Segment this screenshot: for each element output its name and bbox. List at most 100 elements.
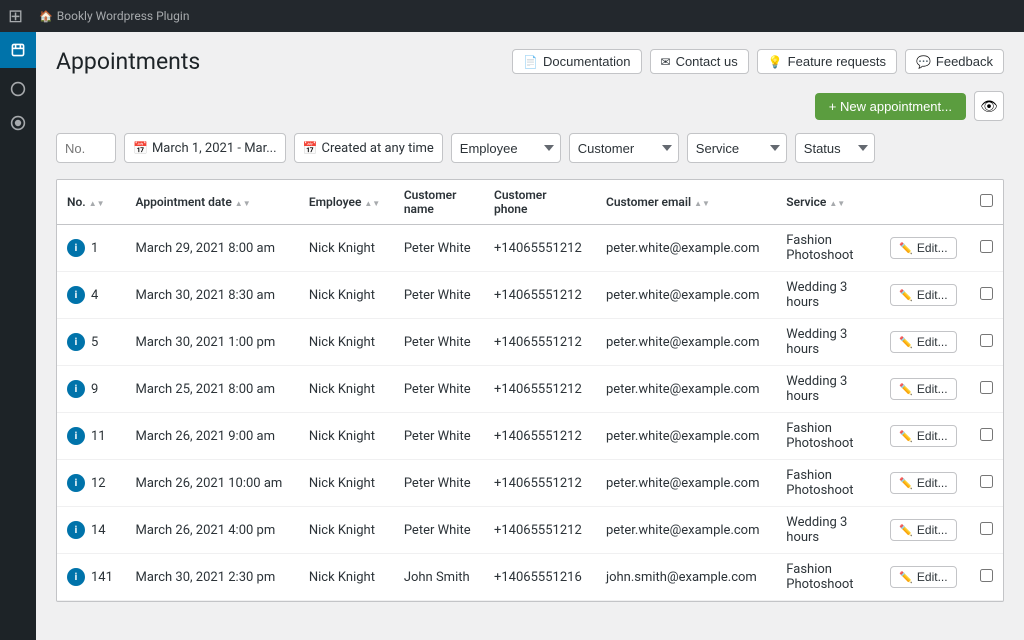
col-check-header[interactable] (970, 180, 1003, 225)
row-date: March 25, 2021 8:00 am (126, 366, 299, 413)
row-checkbox[interactable] (980, 569, 993, 582)
col-customer-name-header: Customername (394, 180, 484, 225)
row-checkbox[interactable] (980, 334, 993, 347)
row-checkbox-cell[interactable] (970, 413, 1003, 460)
row-customer-name: Peter White (394, 460, 484, 507)
col-employee-header[interactable]: Employee ▲▼ (299, 180, 394, 225)
col-actions-header (880, 180, 970, 225)
row-checkbox[interactable] (980, 381, 993, 394)
row-date: March 30, 2021 2:30 pm (126, 554, 299, 601)
row-no-cell: i 11 (57, 413, 126, 460)
row-no: 9 (91, 382, 98, 397)
row-no: 1 (91, 241, 98, 256)
calendar-icon: 📅 (133, 141, 148, 155)
feature-requests-icon: 💡 (768, 55, 783, 69)
date-range-filter[interactable]: 📅 March 1, 2021 - Mar... (124, 133, 286, 163)
edit-button[interactable]: ✏️ Edit... (890, 519, 956, 541)
row-info-icon[interactable]: i (67, 333, 85, 351)
new-appointment-button[interactable]: + New appointment... (815, 93, 966, 120)
row-customer-phone: +14065551212 (484, 272, 596, 319)
table-row: i 1 March 29, 2021 8:00 am Nick Knight P… (57, 225, 1003, 272)
feedback-button[interactable]: 💬 Feedback (905, 49, 1004, 74)
row-checkbox[interactable] (980, 522, 993, 535)
col-customer-email-header[interactable]: Customer email ▲▼ (596, 180, 776, 225)
row-info-icon[interactable]: i (67, 521, 85, 539)
col-no-header[interactable]: No. ▲▼ (57, 180, 126, 225)
row-checkbox[interactable] (980, 428, 993, 441)
edit-button[interactable]: ✏️ Edit... (890, 237, 956, 259)
edit-icon: ✏️ (899, 383, 913, 396)
row-checkbox-cell[interactable] (970, 319, 1003, 366)
row-no-cell: i 141 (57, 554, 126, 601)
row-info-icon[interactable]: i (67, 474, 85, 492)
row-info-icon[interactable]: i (67, 568, 85, 586)
feature-requests-button[interactable]: 💡 Feature requests (757, 49, 897, 74)
row-date: March 26, 2021 10:00 am (126, 460, 299, 507)
row-info-icon[interactable]: i (67, 239, 85, 257)
row-actions: ✏️ Edit... (880, 366, 970, 413)
row-no: 11 (91, 429, 106, 444)
row-checkbox-cell[interactable] (970, 272, 1003, 319)
col-service-header[interactable]: Service ▲▼ (776, 180, 880, 225)
row-checkbox-cell[interactable] (970, 366, 1003, 413)
edit-button[interactable]: ✏️ Edit... (890, 566, 956, 588)
row-no: 4 (91, 288, 98, 303)
edit-button[interactable]: ✏️ Edit... (890, 472, 956, 494)
customer-filter[interactable]: Customer (569, 133, 679, 163)
row-employee: Nick Knight (299, 319, 394, 366)
table-row: i 4 March 30, 2021 8:30 am Nick Knight P… (57, 272, 1003, 319)
contact-us-button[interactable]: ✉ Contact us (650, 49, 749, 74)
documentation-icon: 📄 (523, 55, 538, 69)
row-service: Wedding 3 hours (776, 319, 880, 366)
edit-icon: ✏️ (899, 477, 913, 490)
edit-button[interactable]: ✏️ Edit... (890, 284, 956, 306)
edit-button[interactable]: ✏️ Edit... (890, 425, 956, 447)
select-all-checkbox[interactable] (980, 194, 993, 207)
row-no: 12 (91, 476, 106, 491)
admin-bar-site[interactable]: 🏠 Bookly Wordpress Plugin (39, 9, 189, 23)
feedback-icon: 💬 (916, 55, 931, 69)
row-checkbox-cell[interactable] (970, 507, 1003, 554)
row-checkbox[interactable] (980, 240, 993, 253)
employee-filter[interactable]: Employee (451, 133, 561, 163)
table-row: i 11 March 26, 2021 9:00 am Nick Knight … (57, 413, 1003, 460)
row-customer-phone: +14065551212 (484, 413, 596, 460)
table-row: i 14 March 26, 2021 4:00 pm Nick Knight … (57, 507, 1003, 554)
eye-icon: 👁 (980, 98, 998, 115)
row-actions: ✏️ Edit... (880, 554, 970, 601)
row-service: Fashion Photoshoot (776, 225, 880, 272)
row-checkbox-cell[interactable] (970, 460, 1003, 507)
visibility-toggle-button[interactable]: 👁 (974, 91, 1004, 121)
no-filter-input[interactable] (56, 133, 116, 163)
row-checkbox-cell[interactable] (970, 554, 1003, 601)
documentation-button[interactable]: 📄 Documentation (512, 49, 641, 74)
edit-button[interactable]: ✏️ Edit... (890, 378, 956, 400)
row-checkbox[interactable] (980, 475, 993, 488)
toolbar: + New appointment... 👁 (56, 91, 1004, 121)
row-employee: Nick Knight (299, 366, 394, 413)
row-customer-email: peter.white@example.com (596, 319, 776, 366)
wp-logo[interactable]: ⊞ (8, 6, 23, 27)
sidebar-nav-icon-2[interactable] (0, 106, 36, 140)
row-no-cell: i 9 (57, 366, 126, 413)
row-customer-phone: +14065551212 (484, 507, 596, 554)
row-checkbox[interactable] (980, 287, 993, 300)
row-info-icon[interactable]: i (67, 380, 85, 398)
status-filter[interactable]: Status (795, 133, 875, 163)
sidebar-bookly-icon[interactable] (0, 32, 36, 68)
row-customer-phone: +14065551212 (484, 319, 596, 366)
row-checkbox-cell[interactable] (970, 225, 1003, 272)
row-employee: Nick Knight (299, 554, 394, 601)
row-customer-email: peter.white@example.com (596, 413, 776, 460)
row-customer-name: Peter White (394, 225, 484, 272)
row-info-icon[interactable]: i (67, 427, 85, 445)
service-filter[interactable]: Service (687, 133, 787, 163)
row-customer-name: Peter White (394, 507, 484, 554)
col-date-header[interactable]: Appointment date ▲▼ (126, 180, 299, 225)
row-service: Fashion Photoshoot (776, 460, 880, 507)
edit-icon: ✏️ (899, 524, 913, 537)
edit-button[interactable]: ✏️ Edit... (890, 331, 956, 353)
row-info-icon[interactable]: i (67, 286, 85, 304)
created-at-filter[interactable]: 📅 Created at any time (294, 133, 443, 163)
sidebar-nav-icon-1[interactable] (0, 72, 36, 106)
